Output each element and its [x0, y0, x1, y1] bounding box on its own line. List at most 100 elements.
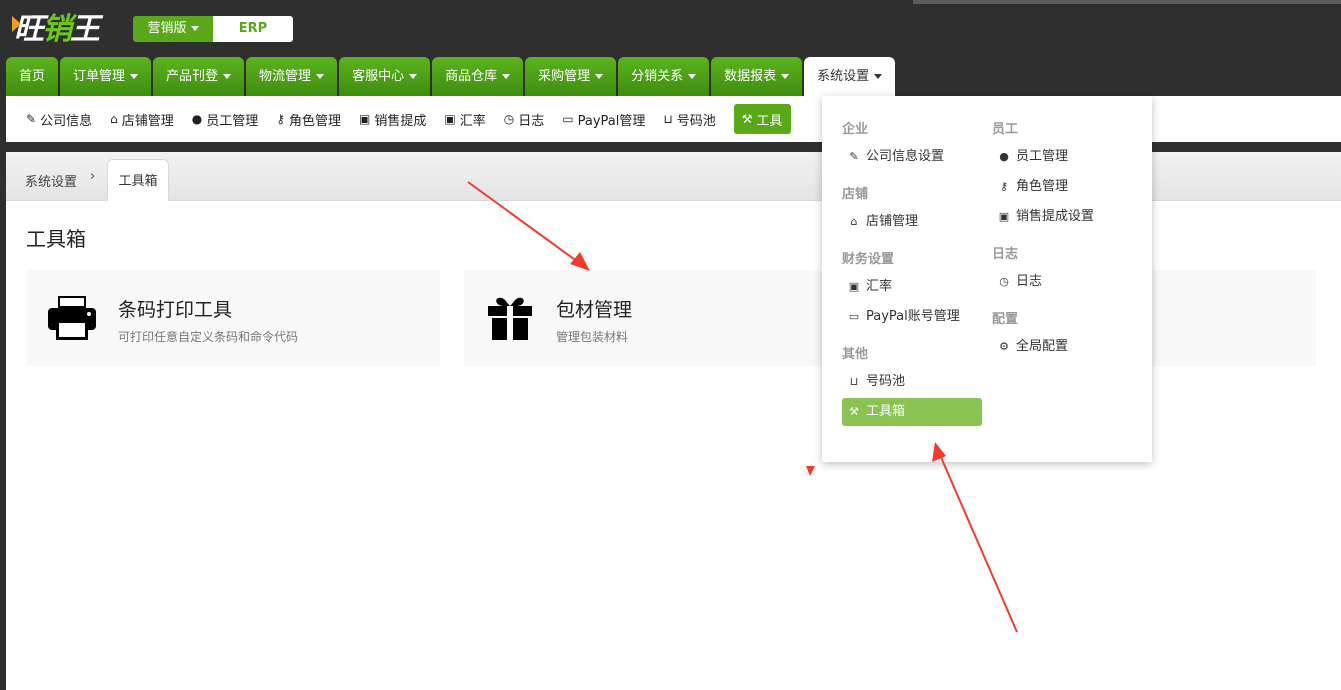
menu-item[interactable]: ⚒ 工具箱	[842, 398, 982, 426]
menu-group-head: 员工	[992, 122, 1019, 137]
card-icon: ▭	[848, 310, 860, 323]
menu-item[interactable]: ▣ 汇率	[848, 273, 892, 301]
menu-item[interactable]: ◷ 日志	[998, 268, 1042, 296]
menu-group-head: 店铺	[842, 187, 869, 202]
money-icon: ▣	[848, 280, 860, 293]
menu-group-head: 财务设置	[842, 252, 895, 267]
user-icon: ●	[999, 150, 1009, 163]
nav-tab[interactable]: 数据报表	[711, 57, 803, 96]
home-icon: ⌂	[850, 215, 858, 228]
home-icon: ⌂	[110, 112, 118, 126]
menu-group-head: 其他	[842, 347, 869, 362]
subnav-label: 汇率	[459, 113, 486, 129]
nav-tab[interactable]: 商品仓库	[432, 57, 524, 96]
breadcrumb-parent[interactable]: 系统设置	[25, 171, 77, 190]
card-partial[interactable]	[1146, 270, 1316, 366]
nav-tab-label: 物流管理	[259, 69, 312, 84]
menu-item[interactable]: ⚙ 全局配置	[998, 333, 1068, 361]
erp-button[interactable]: ERP	[213, 16, 293, 42]
subnav-item[interactable]: ● 员工管理	[192, 104, 259, 134]
printer-icon	[48, 296, 96, 340]
caret-down-icon	[223, 74, 232, 79]
subnav-item[interactable]: ⚒ 工具	[733, 104, 791, 134]
money-icon: ▣	[444, 112, 456, 126]
caret-down-icon	[874, 74, 883, 79]
page-title: 工具箱	[26, 227, 86, 251]
subnav-label: 日志	[518, 113, 545, 129]
card-packing-material[interactable]: 包材管理 管理包装材料	[464, 270, 824, 366]
nav-tab[interactable]: 产品刊登	[153, 57, 245, 96]
menu-item-label: 角色管理	[1016, 179, 1069, 194]
menu-item[interactable]: ⚷ 角色管理	[998, 173, 1068, 201]
card-title: 条码打印工具	[118, 299, 233, 321]
caret-down-icon	[316, 74, 325, 79]
nav-tab-label: 数据报表	[724, 69, 777, 84]
breadcrumb-chevron-icon: ›	[90, 169, 96, 184]
gavel-icon: ⚒	[849, 405, 859, 418]
card-desc: 可打印任意自定义条码和命令代码	[118, 330, 299, 344]
menu-item[interactable]: ▭ PayPal账号管理	[848, 303, 960, 331]
subnav-label: 公司信息	[40, 113, 93, 129]
menu-item[interactable]: ⌂ 店铺管理	[848, 208, 919, 236]
key-icon: ⚷	[276, 112, 286, 126]
nav-tab[interactable]: 客服中心	[339, 57, 431, 96]
subnav-label: 销售提成	[374, 113, 427, 129]
caret-down-icon	[502, 74, 511, 79]
subnav-item[interactable]: ⌂ 店铺管理	[110, 104, 174, 134]
edition-label: 营销版	[147, 21, 187, 36]
caret-down-icon	[595, 74, 604, 79]
gear-icon: ⚙	[999, 340, 1009, 353]
menu-group-head: 日志	[992, 247, 1019, 262]
money-icon: ▣	[359, 112, 371, 126]
tab-toolbox[interactable]: 工具箱	[107, 159, 169, 201]
nav-tab-label: 系统设置	[817, 69, 870, 84]
caret-down-icon	[130, 74, 139, 79]
nav-tab[interactable]: 采购管理	[525, 57, 617, 96]
edition-dropdown[interactable]: 营销版	[133, 16, 213, 42]
subnav-item[interactable]: ▣ 汇率	[444, 104, 485, 134]
nav-tab-label: 分销关系	[631, 69, 684, 84]
subnav-item[interactable]: ◷ 日志	[504, 104, 545, 134]
nav-tab[interactable]: 首页	[6, 57, 59, 96]
menu-item[interactable]: ⊔ 号码池	[848, 368, 905, 396]
caret-down-icon	[409, 74, 418, 79]
menu-item-label: 员工管理	[1016, 149, 1069, 164]
card-barcode-tool[interactable]: 条码打印工具 可打印任意自定义条码和命令代码	[26, 270, 440, 366]
card-icon: ▭	[562, 112, 574, 126]
nav-tab[interactable]: 物流管理	[246, 57, 338, 96]
user-icon: ●	[191, 112, 203, 126]
menu-item[interactable]: ✎ 公司信息设置	[848, 143, 944, 171]
subnav-item[interactable]: ✎ 公司信息	[26, 104, 92, 134]
main-nav: 首页 订单管理 产品刊登 物流管理 客服中心 商品仓库 采购管理 分销关系 数据报表 系统设置	[6, 57, 896, 96]
logo[interactable]: 旺销王	[12, 4, 100, 47]
nav-tab[interactable]: 分销关系	[618, 57, 710, 96]
menu-group-head: 企业	[842, 122, 869, 137]
subnav-item[interactable]: ⚷ 角色管理	[276, 104, 341, 134]
menu-item-label: 日志	[1016, 274, 1043, 289]
menu-item[interactable]: ▣ 销售提成设置	[998, 203, 1094, 231]
nav-tab[interactable]: 订单管理	[60, 57, 152, 96]
top-corner-bar	[913, 0, 1341, 4]
subnav-item[interactable]: ▭ PayPal管理	[562, 104, 645, 134]
nav-tab-label: 客服中心	[352, 69, 405, 84]
nav-tab-label: 首页	[19, 69, 46, 84]
gavel-icon: ⚒	[741, 112, 753, 126]
subnav-item[interactable]: ▣ 销售提成	[359, 104, 426, 134]
clock-icon: ◷	[503, 112, 515, 126]
caret-down-icon	[688, 74, 697, 79]
menu-item-label: 公司信息设置	[866, 149, 945, 164]
logo-mark-icon	[12, 16, 21, 32]
subnav-item[interactable]: ⊔ 号码池	[663, 104, 715, 134]
card-title: 包材管理	[556, 299, 633, 321]
nav-tab-label: 产品刊登	[166, 69, 219, 84]
edit-icon: ✎	[849, 150, 859, 163]
clock-icon: ◷	[999, 275, 1009, 288]
settings-dropdown-menu: 企业 ✎ 公司信息设置店铺 ⌂ 店铺管理财务设置 ▣ 汇率 ▭ PayPal账号管理其他 ⊔ 号码池…	[822, 96, 1152, 462]
nav-tab[interactable]: 系统设置	[804, 57, 896, 96]
menu-item[interactable]: ● 员工管理	[998, 143, 1068, 171]
subnav-label: 角色管理	[289, 113, 342, 129]
caret-down-icon	[781, 74, 790, 79]
caret-down-icon	[190, 26, 199, 31]
gift-icon	[488, 297, 532, 340]
card-desc: 管理包装材料	[556, 330, 629, 344]
